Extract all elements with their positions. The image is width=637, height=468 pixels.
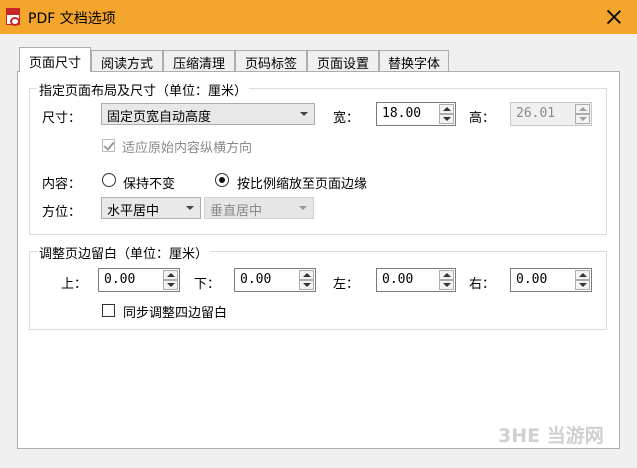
tab-page-setup[interactable]: 页面设置 <box>307 50 379 72</box>
scale-to-edge-radio[interactable] <box>215 173 229 187</box>
vertical-align-select: 垂直居中 <box>204 197 314 219</box>
scale-to-edge-label[interactable]: 按比例缩放至页面边缘 <box>237 173 367 192</box>
right-margin-value: 0.00 <box>516 272 548 287</box>
tab-page-size[interactable]: 页面尺寸 <box>19 47 91 72</box>
height-down-arrow-icon <box>575 114 590 124</box>
margin-group-title: 调整页边留白（单位：厘米） <box>37 243 211 262</box>
height-stepper: 26.01 <box>510 102 592 126</box>
left-margin-stepper[interactable]: 0.00 <box>376 268 456 292</box>
left-up-arrow-icon[interactable] <box>439 270 454 280</box>
size-mode-select[interactable]: 固定页宽自动高度 <box>101 103 315 125</box>
layout-group-title: 指定页面布局及尺寸（单位：厘米） <box>37 80 250 99</box>
layout-size-group: 指定页面布局及尺寸（单位：厘米） 尺寸： 固定页宽自动高度 宽： 18.00 高… <box>29 80 607 235</box>
vertical-align-value: 垂直居中 <box>210 204 263 219</box>
page-size-panel: 指定页面布局及尺寸（单位：厘米） 尺寸： 固定页宽自动高度 宽： 18.00 高… <box>17 71 620 449</box>
position-label: 方位： <box>42 205 82 220</box>
bottom-up-arrow-icon[interactable] <box>299 270 314 280</box>
keep-unchanged-radio[interactable] <box>102 173 116 187</box>
height-up-arrow-icon <box>575 104 590 114</box>
top-margin-stepper[interactable]: 0.00 <box>98 268 180 292</box>
left-margin-label: 左： <box>333 277 360 292</box>
right-down-arrow-icon[interactable] <box>575 280 590 290</box>
size-mode-value: 固定页宽自动高度 <box>107 110 212 125</box>
top-down-arrow-icon[interactable] <box>163 280 178 290</box>
width-label: 宽： <box>333 111 360 126</box>
tab-page-labels[interactable]: 页码标签 <box>235 50 307 72</box>
title-bar: PDF 文档选项 <box>0 0 637 34</box>
tab-replace-fonts[interactable]: 替换字体 <box>379 50 449 72</box>
pdf-app-icon <box>6 8 20 26</box>
right-up-arrow-icon[interactable] <box>575 270 590 280</box>
chevron-down-icon <box>186 206 194 210</box>
bottom-margin-label: 下： <box>194 277 221 292</box>
height-label: 高： <box>469 111 496 126</box>
right-margin-label: 右： <box>469 277 496 292</box>
site-watermark: 3HE 当游网 <box>498 425 604 447</box>
width-value: 18.00 <box>382 106 422 121</box>
adapt-orientation-label: 适应原始内容纵横方向 <box>122 141 253 156</box>
size-label: 尺寸： <box>42 111 82 126</box>
bottom-margin-value: 0.00 <box>240 272 272 287</box>
sync-margins-label[interactable]: 同步调整四边留白 <box>123 302 227 321</box>
chevron-down-icon <box>299 206 307 210</box>
top-up-arrow-icon[interactable] <box>163 270 178 280</box>
top-margin-label: 上： <box>61 277 88 292</box>
right-margin-stepper[interactable]: 0.00 <box>510 268 592 292</box>
width-up-arrow-icon[interactable] <box>439 104 454 114</box>
width-down-arrow-icon[interactable] <box>439 114 454 124</box>
chevron-down-icon <box>300 112 308 116</box>
width-stepper[interactable]: 18.00 <box>376 102 456 126</box>
close-icon[interactable] <box>605 8 623 26</box>
keep-unchanged-label[interactable]: 保持不变 <box>123 173 175 192</box>
top-margin-value: 0.00 <box>104 272 136 287</box>
horizontal-align-value: 水平居中 <box>107 204 160 219</box>
content-label: 内容： <box>42 177 82 192</box>
bottom-margin-stepper[interactable]: 0.00 <box>234 268 316 292</box>
window-title: PDF 文档选项 <box>28 11 116 27</box>
bottom-down-arrow-icon[interactable] <box>299 280 314 290</box>
tab-compress-clean[interactable]: 压缩清理 <box>163 50 235 72</box>
sync-margins-checkbox[interactable] <box>102 304 115 317</box>
height-value: 26.01 <box>516 106 556 121</box>
left-down-arrow-icon[interactable] <box>439 280 454 290</box>
margin-group: 调整页边留白（单位：厘米） 上： 0.00 下： 0.00 左： 0.00 右：… <box>29 243 607 330</box>
horizontal-align-select[interactable]: 水平居中 <box>101 197 201 219</box>
tab-reading-mode[interactable]: 阅读方式 <box>91 50 163 72</box>
left-margin-value: 0.00 <box>382 272 414 287</box>
adapt-orientation-checkbox <box>102 139 115 152</box>
